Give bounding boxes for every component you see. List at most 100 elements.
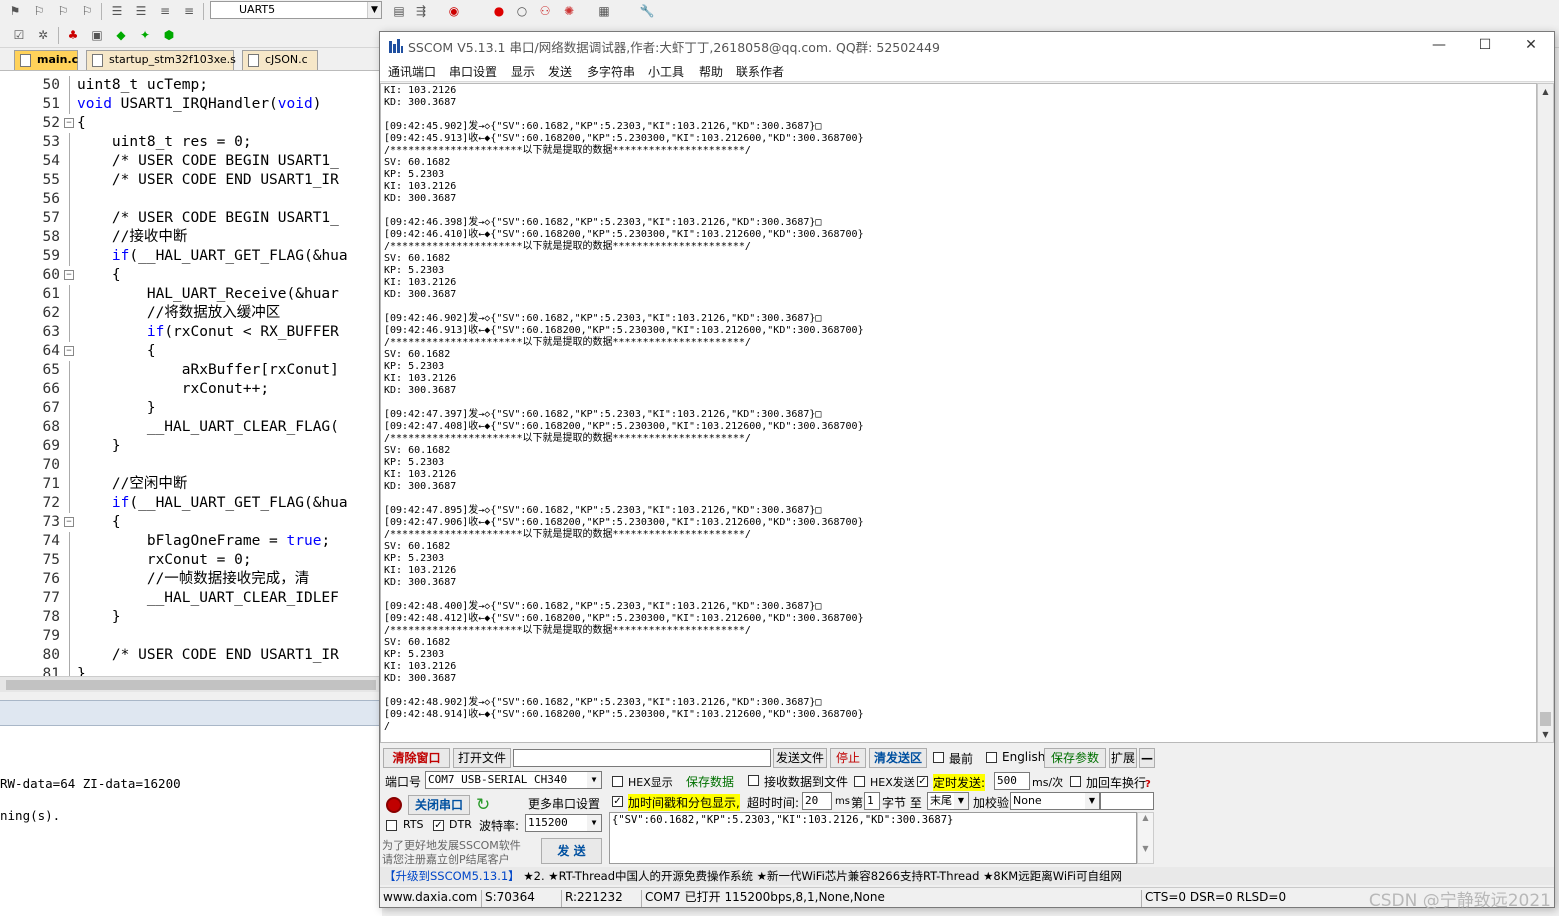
options-icon[interactable]: ✲ (34, 27, 52, 43)
code-line[interactable]: 71 //空闲中断 (0, 475, 382, 494)
indent-icon[interactable]: ☰ (108, 3, 126, 19)
manage-project-icon[interactable]: ♣ (64, 27, 82, 43)
tools-icon[interactable]: 🔧 (638, 3, 656, 19)
timestamp-checkbox[interactable]: ✓ (612, 796, 623, 807)
clear-send-button[interactable]: 清发送区 (869, 748, 927, 768)
code-line[interactable]: 51 void USART1_IRQHandler(void) (0, 95, 382, 114)
menu-tools[interactable]: 小工具 (648, 63, 684, 80)
receive-vertical-scrollbar[interactable]: ▲ ▼ (1537, 83, 1554, 743)
code-line[interactable]: 59 if(__HAL_UART_GET_FLAG(&hua (0, 247, 382, 266)
menu-multi-string[interactable]: 多字符串 (587, 63, 635, 80)
save-data-button[interactable]: 保存数据 (680, 772, 740, 792)
code-line[interactable]: 67 } (0, 399, 382, 418)
code-line[interactable]: 62 //将数据放入缓冲区 (0, 304, 382, 323)
editor-horizontal-scrollbar[interactable] (0, 676, 382, 692)
scroll-up-icon[interactable]: ▲ (1138, 813, 1153, 822)
rte-icon[interactable]: ⬢ (160, 27, 178, 43)
code-line[interactable]: 63 if(rxConut < RX_BUFFER (0, 323, 382, 342)
code-line[interactable]: 65 aRxBuffer[rxConut] (0, 361, 382, 380)
byte-from-input[interactable]: 1 (864, 792, 880, 810)
debug-icon[interactable]: ◉ (445, 3, 463, 19)
scroll-up-icon[interactable]: ▲ (1538, 84, 1553, 99)
dtr-checkbox[interactable]: ✓ (433, 820, 444, 831)
send-textarea[interactable]: {"SV":60.1682,"KP":5.2303,"KI":103.2126,… (609, 812, 1137, 864)
recv-to-file-checkbox[interactable] (748, 775, 759, 786)
breakpoint-disable-icon[interactable]: ○ (513, 3, 531, 19)
checkbox-icon[interactable]: ☑ (10, 27, 28, 43)
tab-cjson-c[interactable]: cJSON.c (242, 50, 318, 70)
menu-help[interactable]: 帮助 (699, 63, 723, 80)
tab-main-c[interactable]: main.c (14, 50, 78, 70)
save-params-button[interactable]: 保存参数 (1044, 748, 1106, 768)
menu-serial-settings[interactable]: 串口设置 (449, 63, 497, 80)
pack-installer-icon[interactable]: ✦ (136, 27, 154, 43)
fold-toggle-icon[interactable]: − (64, 517, 74, 527)
breakpoint-kill-icon[interactable]: ⚇ (536, 3, 554, 19)
menu-contact[interactable]: 联系作者 (736, 63, 784, 80)
add-crlf-checkbox[interactable] (1070, 776, 1081, 787)
hex-display-checkbox[interactable] (612, 776, 623, 787)
stop-button[interactable]: 停止 (830, 748, 866, 768)
interval-input[interactable]: 500 (994, 772, 1030, 790)
code-line[interactable]: 61 HAL_UART_Receive(&huar (0, 285, 382, 304)
code-line[interactable]: 79 (0, 627, 382, 646)
refresh-icon[interactable]: ↻ (476, 795, 490, 815)
upgrade-link[interactable]: 【升级到SSCOM5.13.1】 (384, 869, 520, 883)
english-checkbox[interactable] (986, 752, 997, 763)
title-bar[interactable]: SSCOM V5.13.1 串口/网络数据调试器,作者:大虾丁丁,2618058… (380, 32, 1554, 59)
code-line[interactable]: 77 __HAL_UART_CLEAR_IDLEF (0, 589, 382, 608)
code-line[interactable]: 81} (0, 665, 382, 676)
code-line[interactable]: 60− { (0, 266, 382, 285)
scroll-down-icon[interactable]: ▼ (1538, 727, 1553, 742)
fold-toggle-icon[interactable]: − (64, 346, 74, 356)
code-line[interactable]: 75 rxConut = 0; (0, 551, 382, 570)
port-select[interactable]: COM7 USB-SERIAL CH340 ▼ (425, 771, 602, 789)
menu-send[interactable]: 发送 (548, 63, 572, 80)
code-line[interactable]: 78 } (0, 608, 382, 627)
website-link[interactable]: www.daxia.com (380, 890, 482, 907)
bookmark-icon[interactable]: ⚑ (6, 3, 24, 19)
clear-window-button[interactable]: 清除窗口 (383, 748, 450, 768)
send-scrollbar[interactable]: ▲ ▼ (1137, 812, 1154, 864)
open-file-button[interactable]: 打开文件 (453, 748, 511, 768)
code-line[interactable]: 54 /* USER CODE BEGIN USART1_ (0, 152, 382, 171)
code-line[interactable]: 74 bFlagOneFrame = true; (0, 532, 382, 551)
send-button[interactable]: 发 送 (541, 838, 602, 864)
breakpoint-clear-icon[interactable]: ✺ (560, 3, 578, 19)
fold-toggle-icon[interactable]: − (64, 118, 74, 128)
ad-bar[interactable]: 【升级到SSCOM5.13.1】 ★2. ★RT-Thread中国人的开源免费操… (380, 867, 1554, 885)
window-layout-icon[interactable]: ▦ (595, 3, 613, 19)
menu-display[interactable]: 显示 (511, 63, 535, 80)
code-line[interactable]: 66 rxConut++; (0, 380, 382, 399)
code-line[interactable]: 64− { (0, 342, 382, 361)
uncomment-icon[interactable]: ≡ (180, 3, 198, 19)
code-line[interactable]: 53 uint8_t res = 0; (0, 133, 382, 152)
code-line[interactable]: 56 (0, 190, 382, 209)
code-line[interactable]: 72 if(__HAL_UART_GET_FLAG(&hua (0, 494, 382, 513)
timed-send-checkbox[interactable]: ✓ (917, 776, 928, 787)
receive-area[interactable]: KI: 103.2126 KD: 300.3687 [09:42:45.902]发→… (380, 83, 1537, 743)
target-select[interactable]: UART5 ▼ (210, 1, 382, 19)
send-file-button[interactable]: 发送文件 (773, 748, 827, 768)
file-extensions-icon[interactable]: ▣ (88, 27, 106, 43)
expand-button[interactable]: 扩展 (1109, 748, 1137, 768)
bookmark-next-icon[interactable]: ⚐ (54, 3, 72, 19)
code-line[interactable]: 80 /* USER CODE END USART1_IR (0, 646, 382, 665)
maximize-icon[interactable]: ☐ (1462, 32, 1508, 59)
tab-startup-s[interactable]: startup_stm32f103xe.s (86, 50, 236, 70)
code-line[interactable]: 52−{ (0, 114, 382, 133)
baud-select[interactable]: 115200 ▼ (525, 814, 602, 832)
close-port-button[interactable]: 关闭串口 (408, 795, 470, 815)
unindent-icon[interactable]: ☰ (132, 3, 150, 19)
bookmark-clear-icon[interactable]: ⚐ (78, 3, 96, 19)
byte-to-select[interactable]: 末尾 ▼ (927, 792, 969, 810)
code-line[interactable]: 70 (0, 456, 382, 475)
minimize-icon[interactable]: — (1416, 32, 1462, 59)
file-path-input[interactable] (513, 749, 771, 767)
checksum-select[interactable]: None ▼ (1010, 792, 1100, 810)
collapse-button[interactable]: — (1139, 748, 1155, 768)
timeout-input[interactable]: 20 (802, 792, 832, 810)
menu-port[interactable]: 通讯端口 (388, 63, 436, 80)
ad-text[interactable]: ★2. ★RT-Thread中国人的开源免费操作系统 ★新一代WiFi芯片兼容8… (523, 869, 1122, 883)
fold-toggle-icon[interactable]: − (64, 270, 74, 280)
